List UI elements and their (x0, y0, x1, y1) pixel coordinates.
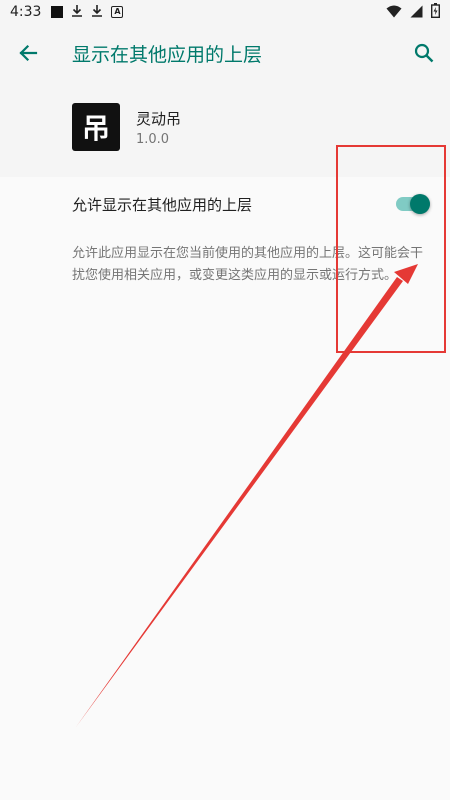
status-icons-left: A (51, 4, 124, 20)
status-bar: 4:33 A (0, 0, 450, 24)
stop-square-icon (51, 6, 64, 18)
arrow-left-icon (19, 44, 38, 62)
battery-icon (430, 2, 440, 22)
signal-icon (410, 3, 423, 22)
allow-overlay-label: 允许显示在其他应用的上层 (72, 196, 253, 214)
status-icons-right (386, 2, 440, 22)
download-icon (91, 4, 103, 20)
page-title: 显示在其他应用的上层 (72, 44, 263, 66)
app-icon: 吊 (72, 103, 120, 151)
search-icon (414, 43, 434, 63)
app-version: 1.0.0 (136, 132, 170, 147)
annotation-highlight-box (336, 145, 446, 353)
status-time: 4:33 (10, 4, 42, 20)
download-icon (71, 4, 83, 20)
app-bar: 显示在其他应用的上层 (0, 24, 450, 82)
wifi-icon (386, 3, 402, 22)
back-button[interactable] (12, 37, 44, 69)
search-button[interactable] (408, 37, 440, 69)
app-name: 灵动吊 (136, 110, 182, 128)
a-icon: A (111, 6, 124, 18)
